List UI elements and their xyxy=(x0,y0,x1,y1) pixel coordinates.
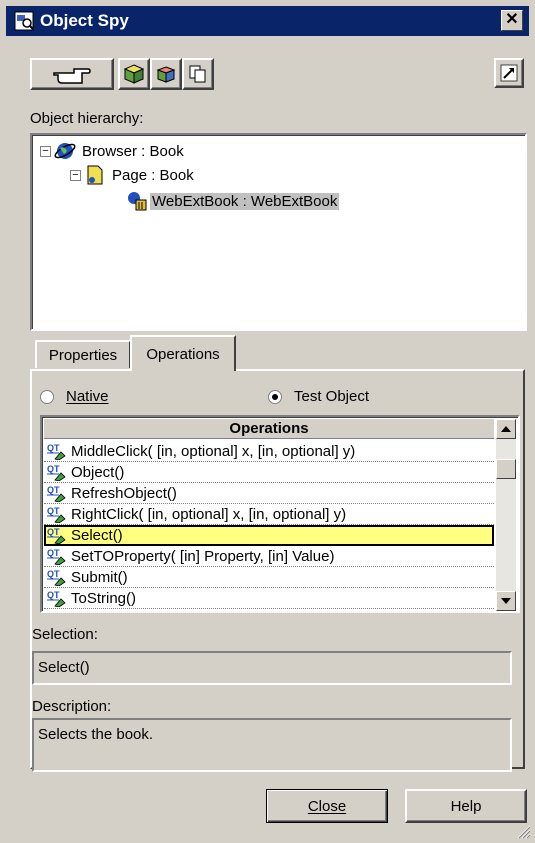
scroll-down-button[interactable] xyxy=(496,591,516,611)
operation-label: RefreshObject() xyxy=(71,484,177,502)
svg-text:QT: QT xyxy=(47,464,60,474)
collapse-icon[interactable]: − xyxy=(40,145,51,157)
operations-column-header[interactable]: Operations xyxy=(44,419,494,439)
arrow-up-icon xyxy=(501,426,511,432)
pin-icon xyxy=(500,64,518,82)
pointing-hand-icon xyxy=(53,68,91,84)
svg-text:QT: QT xyxy=(47,485,60,495)
operation-row[interactable]: QT RightClick( [in, optional] x, [in, opt… xyxy=(44,504,494,525)
operation-row[interactable]: QT Submit() xyxy=(44,567,494,588)
qt-method-icon: QT xyxy=(47,527,66,544)
object-spy-icon xyxy=(14,11,34,31)
web-ext-book-icon xyxy=(128,192,147,211)
tab-properties[interactable]: Properties xyxy=(35,340,131,368)
radio-label: Test Object xyxy=(294,388,370,405)
add-object-button[interactable] xyxy=(150,58,182,90)
pointing-hand-button[interactable] xyxy=(30,58,114,90)
vertical-scrollbar[interactable] xyxy=(496,419,516,611)
radio-circle-selected[interactable] xyxy=(268,389,282,404)
object-button[interactable] xyxy=(118,58,150,90)
object-hierarchy-tree[interactable]: − Browser : Book − Page : Book WebExtBoo… xyxy=(30,133,527,331)
pin-window-button[interactable] xyxy=(494,58,524,88)
operation-row[interactable]: QT SetTOProperty( [in] Property, [in] Val… xyxy=(44,546,494,567)
object-cube-icon xyxy=(123,64,145,84)
operation-row[interactable]: QT Select() xyxy=(44,525,494,546)
description-label: Description: xyxy=(32,698,112,715)
help-button-label: Help xyxy=(450,797,482,815)
window-title: Object Spy xyxy=(40,11,129,30)
operation-row[interactable]: QT Object() xyxy=(44,462,494,483)
object-hierarchy-label: Object hierarchy: xyxy=(30,110,144,127)
tree-item-label: WebExtBook : WebExtBook xyxy=(150,192,340,210)
qt-method-icon: QT xyxy=(47,548,66,565)
close-window-button[interactable]: ✕ xyxy=(501,10,523,31)
page-icon xyxy=(87,165,103,185)
operations-list[interactable]: Operations QT MiddleClick( [in, optional]… xyxy=(40,415,520,613)
svg-text:QT: QT xyxy=(47,590,60,600)
operation-label: Select() xyxy=(71,526,123,544)
svg-text:QT: QT xyxy=(47,569,60,579)
collapse-icon[interactable]: − xyxy=(70,169,81,181)
operation-label: Submit() xyxy=(71,568,128,586)
qt-method-icon: QT xyxy=(47,569,66,586)
radio-native[interactable]: Native xyxy=(40,388,109,405)
add-object-icon xyxy=(156,66,176,83)
selection-label: Selection: xyxy=(32,626,98,643)
description-field: Selects the book. xyxy=(32,718,512,772)
svg-text:QT: QT xyxy=(47,506,60,516)
tree-item-webextbook[interactable]: WebExtBook : WebExtBook xyxy=(126,189,340,213)
tab-label: Properties xyxy=(48,346,118,364)
qt-method-icon: QT xyxy=(47,485,66,502)
operation-label: ToString() xyxy=(71,589,137,607)
qt-method-icon: QT xyxy=(47,443,66,460)
tab-operations[interactable]: Operations xyxy=(130,335,236,371)
browser-icon xyxy=(54,143,76,159)
tab-label: Operations xyxy=(146,345,220,363)
selection-field: Select() xyxy=(32,651,512,685)
close-button[interactable]: Close xyxy=(266,789,388,823)
arrow-down-icon xyxy=(501,598,511,604)
operation-row[interactable]: QT RefreshObject() xyxy=(44,483,494,504)
resize-grip-icon[interactable] xyxy=(515,823,531,839)
radio-circle[interactable] xyxy=(40,389,54,404)
operation-label: SetTOProperty( [in] Property, [in] Value… xyxy=(71,547,335,565)
operation-label: Object() xyxy=(71,463,125,481)
close-button-label: Close xyxy=(307,797,347,815)
qt-method-icon: QT xyxy=(47,590,66,607)
operation-row[interactable]: QT ToString() xyxy=(44,588,494,609)
qt-method-icon: QT xyxy=(47,506,66,523)
qt-method-icon: QT xyxy=(47,464,66,481)
radio-label: Native xyxy=(66,388,109,405)
tree-item-page[interactable]: − Page : Book xyxy=(70,163,194,187)
copy-button[interactable] xyxy=(182,58,214,90)
operation-label: MiddleClick( [in, optional] x, [in, opti… xyxy=(71,442,356,460)
scroll-up-button[interactable] xyxy=(496,419,516,439)
tree-item-label: Page : Book xyxy=(112,166,194,184)
tree-item-browser[interactable]: − Browser : Book xyxy=(40,139,184,163)
svg-text:QT: QT xyxy=(47,443,60,453)
copy-icon xyxy=(189,65,206,83)
operation-row[interactable]: QT MiddleClick( [in, optional] x, [in, op… xyxy=(44,441,494,462)
scroll-thumb[interactable] xyxy=(496,459,516,479)
operation-label: RightClick( [in, optional] x, [in, optio… xyxy=(71,505,347,523)
svg-text:QT: QT xyxy=(47,548,60,558)
svg-text:QT: QT xyxy=(47,527,60,537)
radio-test-object[interactable]: Test Object xyxy=(268,388,369,405)
title-bar: Object Spy ✕ xyxy=(6,6,529,36)
help-button[interactable]: Help xyxy=(405,789,527,823)
tree-item-label: Browser : Book xyxy=(82,142,184,160)
